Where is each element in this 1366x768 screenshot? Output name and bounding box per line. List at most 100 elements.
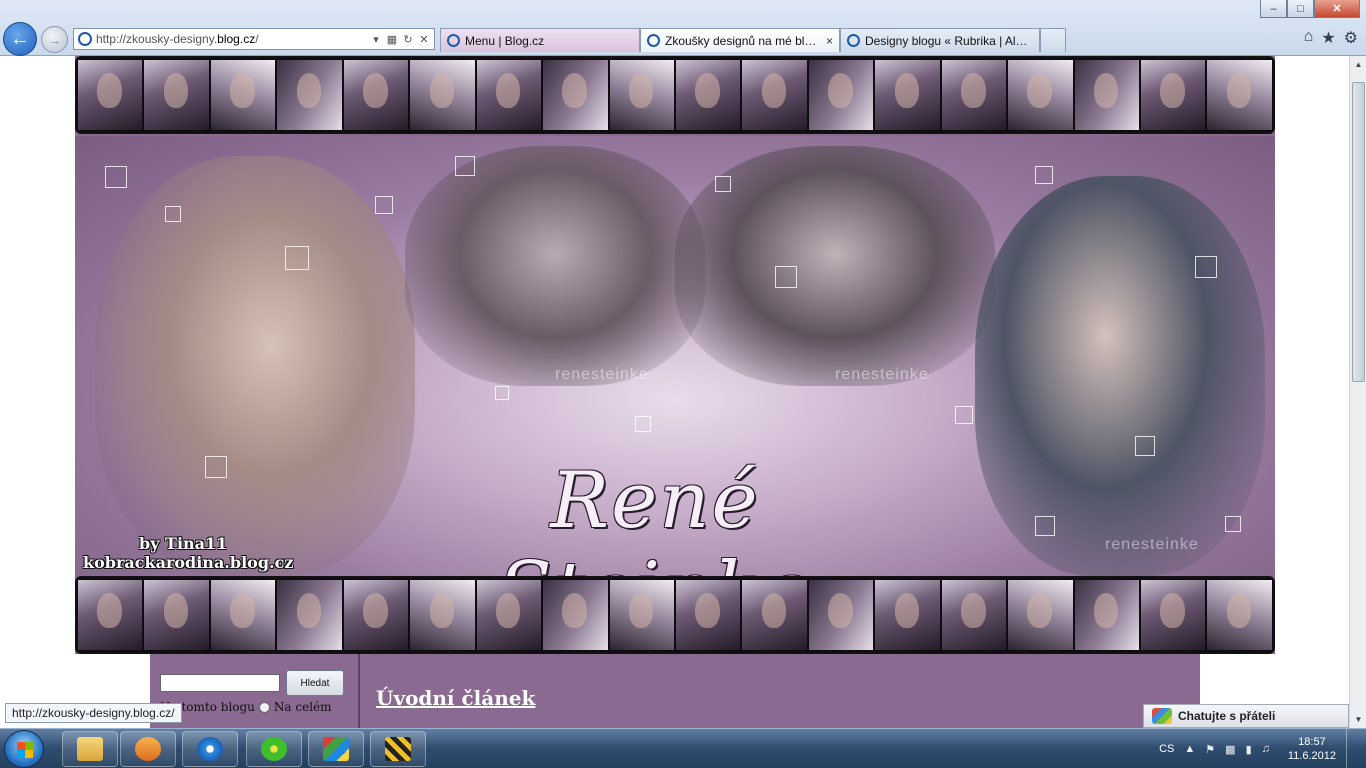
photo-frame [875,580,940,650]
search-scope: Na tomto blogu Na celém [160,700,332,714]
portrait-center-left [405,146,705,386]
internet-explorer-icon [197,737,223,761]
photo-frame [1141,60,1206,130]
taskbar-explorer[interactable] [62,731,118,767]
taskbar-photo-gallery[interactable] [308,731,364,767]
search-input[interactable] [160,674,280,692]
device-icon[interactable]: ▩ [1225,743,1235,756]
photo-frame [1141,580,1206,650]
forward-arrow-icon: → [47,31,62,48]
chevron-up-icon[interactable]: ▲ [1184,743,1195,755]
photo-frame [1074,580,1139,650]
forward-button[interactable]: → [41,26,68,53]
photo-frame [144,60,209,130]
decor-square [375,196,393,214]
taskbar-media-player[interactable] [120,731,176,767]
banner-credit: by Tina11 kobrackarodina.blog.cz [83,534,293,572]
volume-icon[interactable]: ♫ [1262,743,1270,755]
photo-frame [808,60,874,130]
radio-all[interactable] [258,701,270,713]
show-desktop-button[interactable] [1346,729,1358,768]
decor-square [1225,516,1241,532]
window-controls: – □ ✕ [1260,0,1360,18]
movie-maker-icon [385,737,411,761]
language-indicator[interactable]: CS [1159,743,1174,755]
article-title-link[interactable]: Úvodní článek [376,686,535,710]
photo-frame [543,580,608,650]
photo-frame [1008,60,1073,130]
photo-frame [1008,580,1073,650]
tab-zkousky-designu[interactable]: Zkoušky designů na mé blo... × [640,28,840,52]
dropdown-icon[interactable]: ▾ [370,33,382,46]
photo-frame [609,580,674,650]
minimize-button[interactable]: – [1260,0,1287,18]
media-player-icon [135,737,161,761]
back-arrow-icon: ← [10,27,30,50]
photo-frame [410,60,475,130]
address-bar[interactable]: http://zkousky-designy.blog.cz/ ▾ ▦ ↻ ✕ [73,28,435,50]
photo-gallery-icon [323,737,349,761]
decor-square [285,246,309,270]
signal-icon[interactable]: ▮ [1246,743,1252,756]
chat-bar[interactable]: Chatujte s přáteli [1143,704,1349,728]
browser-chrome: – □ ✕ ← → http://zkousky-designy.blog.cz… [0,0,1366,56]
photo-frame [1207,60,1272,130]
icq-icon [261,737,287,761]
photo-frame [609,60,674,130]
favicon-icon [78,32,92,46]
tab-menu-blog[interactable]: Menu | Blog.cz [440,28,640,52]
page-viewport: renesteinke renesteinke renesteinke René… [0,56,1349,728]
photo-frame [277,580,342,650]
compatibility-icon[interactable]: ▦ [386,33,398,46]
blog-header-banner: renesteinke renesteinke renesteinke René… [75,56,1275,654]
credit-site: kobrackarodina.blog.cz [83,553,294,572]
new-tab-button[interactable] [1040,28,1066,52]
photo-frame [941,580,1007,650]
decor-square [105,166,127,188]
decor-square [1195,256,1217,278]
home-icon[interactable]: ⌂ [1304,28,1314,48]
decor-square [1135,436,1155,456]
watermark-text: renesteinke [1105,536,1199,553]
tab-designy-blogu[interactable]: Designy blogu « Rubrika | Alar... [840,28,1040,52]
decor-square [1035,166,1053,184]
maximize-button[interactable]: □ [1287,0,1314,18]
url-prefix: http://zkousky-designy. [96,32,218,46]
decor-square [455,156,475,176]
radio-all-label[interactable]: Na celém [274,700,332,714]
system-tray: CS ▲ ⚑ ▩ ▮ ♫ 18:57 11.6.2012 [1159,729,1358,768]
photo-frame [144,580,209,650]
favicon-icon [647,34,660,47]
decor-square [775,266,797,288]
taskbar-internet-explorer[interactable] [182,731,238,767]
clock[interactable]: 18:57 11.6.2012 [1288,735,1336,763]
scrollbar-thumb[interactable] [1352,82,1365,382]
decor-square [205,456,227,478]
taskbar-icq[interactable] [246,731,302,767]
address-url[interactable]: http://zkousky-designy.blog.cz/ [96,32,366,46]
photo-frame [875,60,940,130]
decor-square [635,416,651,432]
tab-strip: Menu | Blog.cz Zkoušky designů na mé blo… [440,28,1066,52]
url-domain: blog.cz [217,32,256,46]
clock-date: 11.6.2012 [1287,750,1336,762]
stop-icon[interactable]: ✕ [418,33,430,46]
tab-label: Menu | Blog.cz [465,33,545,48]
scroll-up-icon[interactable]: ▲ [1350,56,1366,73]
search-button[interactable]: Hledat [286,670,344,696]
decor-square [165,206,181,222]
star-icon[interactable]: ★ [1321,28,1335,48]
taskbar-movie-maker[interactable] [370,731,426,767]
chat-label: Chatujte s přáteli [1178,709,1276,723]
back-button[interactable]: ← [3,22,37,56]
gear-icon[interactable]: ⚙ [1344,28,1358,48]
tab-close-icon[interactable]: × [826,34,833,48]
windows-logo-icon[interactable] [4,730,44,768]
vertical-scrollbar[interactable]: ▲ ▼ [1349,56,1366,728]
refresh-icon[interactable]: ↻ [402,33,414,46]
photo-frame [210,580,276,650]
photo-frame [1074,60,1139,130]
scroll-down-icon[interactable]: ▼ [1350,711,1366,728]
close-window-button[interactable]: ✕ [1314,0,1360,18]
flag-icon[interactable]: ⚑ [1205,743,1215,756]
